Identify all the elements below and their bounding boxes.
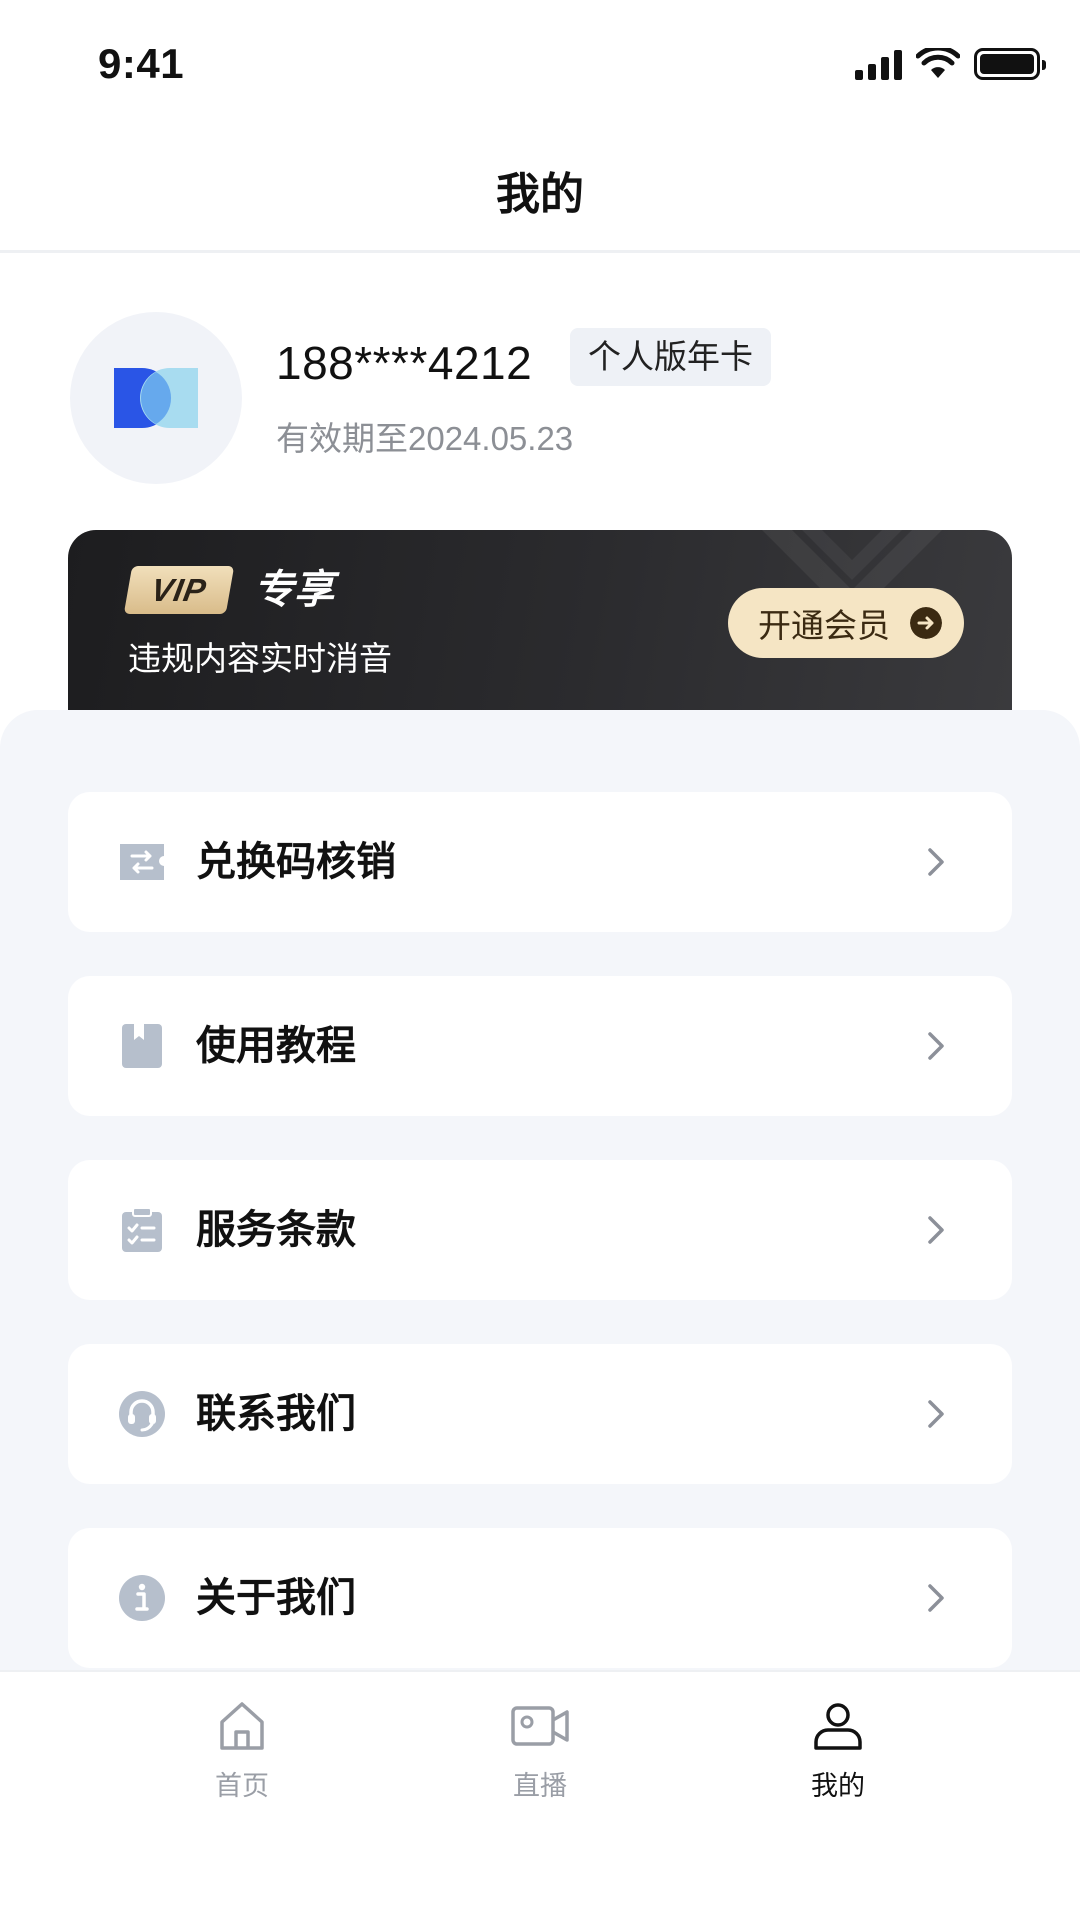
tab-label: 首页 (215, 1771, 269, 1801)
menu-label: 兑换码核销 (196, 840, 396, 884)
vip-tag: VIP (123, 566, 235, 614)
menu-item-contact[interactable]: 联系我们 (68, 1344, 1012, 1484)
info-icon (119, 1575, 165, 1621)
menu-item-about[interactable]: 关于我们 (68, 1528, 1012, 1668)
vip-description: 违规内容实时消音 (128, 640, 392, 677)
clipboard-check-icon (122, 1207, 162, 1252)
ticket-exchange-icon (120, 844, 164, 880)
chevron-right-icon (928, 848, 944, 876)
header-divider (0, 250, 1080, 253)
menu-label: 关于我们 (196, 1576, 356, 1620)
open-membership-button[interactable]: 开通会员 (728, 588, 964, 658)
tab-label: 我的 (811, 1771, 865, 1801)
chevron-right-icon (928, 1032, 944, 1060)
cellular-signal-icon (855, 48, 902, 80)
avatar[interactable] (70, 312, 242, 484)
user-phone: 188****4212 (276, 337, 533, 389)
menu-item-terms[interactable]: 服务条款 (68, 1160, 1012, 1300)
tab-label: 直播 (513, 1771, 567, 1801)
headset-icon (119, 1391, 165, 1437)
video-camera-icon (511, 1706, 569, 1746)
wifi-icon (916, 48, 960, 78)
page-title: 我的 (496, 170, 584, 219)
battery-icon (974, 48, 1046, 80)
open-membership-label: 开通会员 (758, 607, 890, 644)
tab-mine[interactable]: 我的 (758, 1698, 918, 1803)
book-icon (122, 1024, 162, 1068)
status-bar: 9:41 (0, 0, 1080, 130)
chevron-right-icon (928, 1584, 944, 1612)
menu-item-tutorial[interactable]: 使用教程 (68, 976, 1012, 1116)
menu-panel: 兑换码核销 使用教程 服务条款 联系我们 关于我们 (0, 710, 1080, 1670)
menu-label: 联系我们 (196, 1392, 356, 1436)
tab-live[interactable]: 直播 (460, 1698, 620, 1803)
vip-banner[interactable]: VIP 专享 违规内容实时消音 开通会员 (68, 530, 1012, 720)
status-time: 9:41 (98, 40, 185, 87)
menu-item-redeem-code[interactable]: 兑换码核销 (68, 792, 1012, 932)
menu-label: 服务条款 (196, 1208, 356, 1252)
arrow-right-icon (910, 607, 942, 639)
tab-bar: 首页 直播 我的 (0, 1670, 1080, 1920)
home-icon (220, 1702, 264, 1750)
tab-home[interactable]: 首页 (162, 1698, 322, 1803)
app-logo-icon (114, 368, 198, 428)
user-icon (814, 1703, 862, 1750)
status-icons (855, 48, 1046, 80)
membership-expiry: 有效期至2024.05.23 (276, 420, 574, 457)
plan-badge: 个人版年卡 (570, 328, 771, 386)
chevron-right-icon (928, 1216, 944, 1244)
menu-label: 使用教程 (196, 1024, 356, 1068)
vip-exclusive-label: 专享 (254, 568, 334, 612)
chevron-right-icon (928, 1400, 944, 1428)
